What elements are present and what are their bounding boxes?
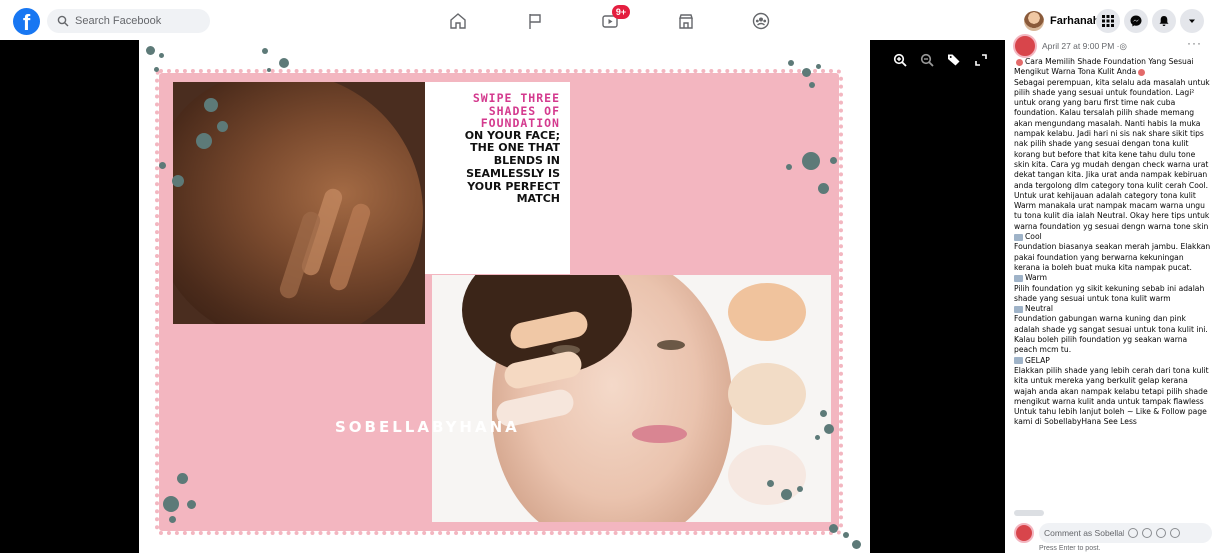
post-title: Cara Memilih Shade Foundation Yang Sesua… — [1014, 57, 1194, 77]
avatar — [1024, 11, 1044, 31]
headline-line-6: BLENDS IN — [493, 154, 560, 168]
groups-tab[interactable] — [741, 6, 781, 36]
keycap-emoji-icon — [1014, 305, 1023, 313]
profile-name: Farhanah — [1050, 15, 1100, 27]
viewer-toolbar — [892, 52, 989, 68]
dark-skin-model-photo — [173, 82, 425, 324]
comment-composer — [1014, 522, 1212, 544]
zoom-out-icon — [920, 53, 934, 67]
tag-icon — [948, 54, 960, 66]
post-meta: April 27 at 9:00 PM · ◎ — [1013, 34, 1127, 58]
pages-flag-icon — [529, 14, 541, 29]
headline-line-7: SEAMLESSLY IS — [466, 166, 560, 180]
marketplace-tab[interactable] — [666, 6, 706, 36]
camera-icon[interactable] — [1142, 528, 1152, 538]
section-label: GELAP — [1025, 355, 1050, 365]
reactions-placeholder — [1014, 510, 1044, 516]
headline-line-9: MATCH — [516, 192, 560, 206]
zoom-out-button[interactable] — [919, 52, 935, 68]
notifications-bell-icon — [1159, 16, 1169, 26]
section-text: Foundation biasanya seakan merah jambu. … — [1014, 242, 1211, 272]
keycap-emoji-icon — [1014, 274, 1023, 282]
section-text: Elakkan pilih shade yang lebih cerah dar… — [1014, 365, 1209, 406]
search-input[interactable] — [75, 15, 205, 27]
zoom-in-icon — [893, 53, 907, 67]
tag-button[interactable] — [946, 52, 962, 68]
notifications-button[interactable] — [1152, 9, 1176, 33]
post-intro: Sebagai perempuan, kita selalu ada masal… — [1014, 77, 1210, 231]
account-button[interactable] — [1180, 9, 1204, 33]
zoom-in-button[interactable] — [892, 52, 908, 68]
page-avatar[interactable] — [1013, 34, 1037, 58]
groups-icon — [752, 12, 770, 30]
headline-pink-line-3: FOUNDATION — [480, 116, 560, 130]
keycap-emoji-icon — [1014, 233, 1023, 241]
menu-button[interactable] — [1096, 9, 1120, 33]
fullscreen-icon — [975, 54, 987, 66]
fullscreen-button[interactable] — [973, 52, 989, 68]
section-text: Foundation gabungan warna kuning dan pin… — [1014, 314, 1208, 355]
section-label: Neutral — [1025, 304, 1054, 314]
section-label: Warm — [1025, 273, 1048, 283]
comment-box[interactable] — [1039, 523, 1212, 543]
keycap-emoji-icon — [1014, 357, 1023, 365]
brand-watermark: SOBELLABYHANA — [335, 418, 520, 436]
emoji-icon[interactable] — [1128, 528, 1138, 538]
sticker-icon[interactable] — [1170, 528, 1180, 538]
search-box[interactable] — [47, 9, 210, 33]
more-options-icon[interactable]: ··· — [1187, 36, 1202, 50]
messenger-button[interactable] — [1124, 9, 1148, 33]
gif-icon[interactable] — [1156, 528, 1166, 538]
photo-viewer[interactable]: SWIPE THREE SHADES OF FOUNDATION ON YOUR… — [0, 40, 1005, 553]
marketplace-icon — [679, 14, 693, 29]
watch-notification-badge: 9+ — [612, 5, 630, 19]
profile-chip[interactable]: Farhanah — [1024, 9, 1100, 33]
search-icon — [57, 15, 69, 27]
globe-icon: ◎ — [1119, 40, 1127, 51]
menu-grid-icon — [1102, 15, 1114, 27]
home-icon — [450, 13, 466, 29]
flower-emoji-icon — [1138, 68, 1146, 76]
watch-tab[interactable]: 9+ — [590, 5, 630, 36]
post-details-panel: April 27 at 9:00 PM · ◎ ··· Cara Memilih… — [1005, 34, 1215, 553]
commenter-avatar — [1014, 523, 1034, 543]
account-caret-icon — [1189, 19, 1195, 23]
home-tab[interactable] — [438, 6, 478, 36]
section-label: Cool — [1025, 232, 1042, 242]
post-date[interactable]: April 27 at 9:00 PM · — [1042, 41, 1119, 51]
post-caption: Cara Memilih Shade Foundation Yang Sesua… — [1014, 57, 1212, 428]
pages-tab[interactable] — [515, 6, 555, 36]
facebook-logo-icon[interactable]: f — [13, 8, 40, 35]
press-enter-hint: Press Enter to post. — [1039, 545, 1101, 552]
headline-card: SWIPE THREE SHADES OF FOUNDATION ON YOUR… — [425, 82, 570, 274]
flower-emoji-icon — [1016, 58, 1023, 66]
see-less-link[interactable]: See Less — [1104, 417, 1137, 426]
section-text: Pilih foundation yg sikit kekuning sebab… — [1014, 283, 1205, 303]
comment-input[interactable] — [1044, 528, 1124, 538]
post-image[interactable]: SWIPE THREE SHADES OF FOUNDATION ON YOUR… — [139, 40, 870, 553]
messenger-icon — [1130, 15, 1142, 27]
headline-pink-line-1: SWIPE THREE — [472, 91, 560, 105]
